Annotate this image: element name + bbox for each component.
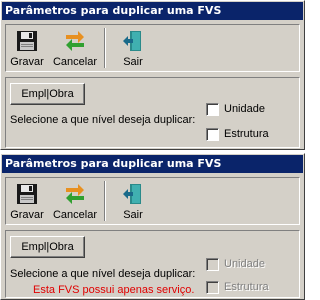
save-label: Gravar	[10, 56, 44, 68]
checkbox-label: Unidade	[224, 258, 265, 270]
empl-obra-button[interactable]: Empl|Obra	[10, 236, 85, 258]
options-group: Empl|Obra Selecione a que nível deseja d…	[5, 230, 300, 298]
checkbox-label: Estrutura	[224, 281, 269, 293]
toolbar-separator	[104, 181, 106, 221]
duplicate-fvs-dialog: Parâmetros para duplicar uma FVS Gravar …	[0, 0, 305, 150]
empl-obra-button[interactable]: Empl|Obra	[10, 83, 85, 105]
toolbar: Gravar Cancelar Sair	[5, 24, 300, 72]
window-title: Parâmetros para duplicar uma FVS	[2, 155, 303, 173]
duplicate-fvs-dialog: Parâmetros para duplicar uma FVS Gravar …	[0, 153, 305, 300]
options-group: Empl|Obra Selecione a que nível deseja d…	[5, 77, 300, 148]
level-question: Selecione a que nível deseja duplicar:	[10, 114, 196, 126]
estrutura-checkbox[interactable]: Estrutura	[206, 128, 301, 142]
save-button[interactable]: Gravar	[8, 26, 46, 70]
unidade-checkbox: Unidade	[206, 258, 301, 272]
warning-message: Esta FVS possui apenas serviço.	[33, 284, 195, 296]
exit-door-icon	[123, 31, 141, 51]
unidade-checkbox[interactable]: Unidade	[206, 103, 301, 117]
checkbox-box[interactable]	[206, 103, 219, 116]
save-label: Gravar	[10, 209, 44, 221]
checkbox-label: Unidade	[224, 103, 265, 115]
window-title: Parâmetros para duplicar uma FVS	[2, 2, 303, 20]
swap-arrows-icon	[66, 184, 84, 204]
floppy-disk-icon	[17, 31, 37, 51]
checkbox-box[interactable]	[206, 128, 219, 141]
exit-label: Sair	[123, 209, 143, 221]
floppy-disk-icon	[17, 184, 37, 204]
exit-door-icon	[123, 184, 141, 204]
exit-button[interactable]: Sair	[110, 26, 156, 70]
checkbox-box	[206, 281, 219, 294]
save-button[interactable]: Gravar	[8, 179, 46, 223]
checkbox-box	[206, 258, 219, 271]
swap-arrows-icon	[66, 31, 84, 51]
estrutura-checkbox: Estrutura	[206, 281, 301, 295]
exit-label: Sair	[123, 56, 143, 68]
toolbar-separator	[104, 28, 106, 68]
level-question: Selecione a que nível deseja duplicar:	[10, 268, 196, 280]
toolbar: Gravar Cancelar Sair	[5, 177, 300, 225]
cancel-button[interactable]: Cancelar	[50, 26, 100, 70]
cancel-button[interactable]: Cancelar	[50, 179, 100, 223]
cancel-label: Cancelar	[52, 56, 98, 68]
exit-button[interactable]: Sair	[110, 179, 156, 223]
checkbox-label: Estrutura	[224, 128, 269, 140]
cancel-label: Cancelar	[52, 209, 98, 221]
